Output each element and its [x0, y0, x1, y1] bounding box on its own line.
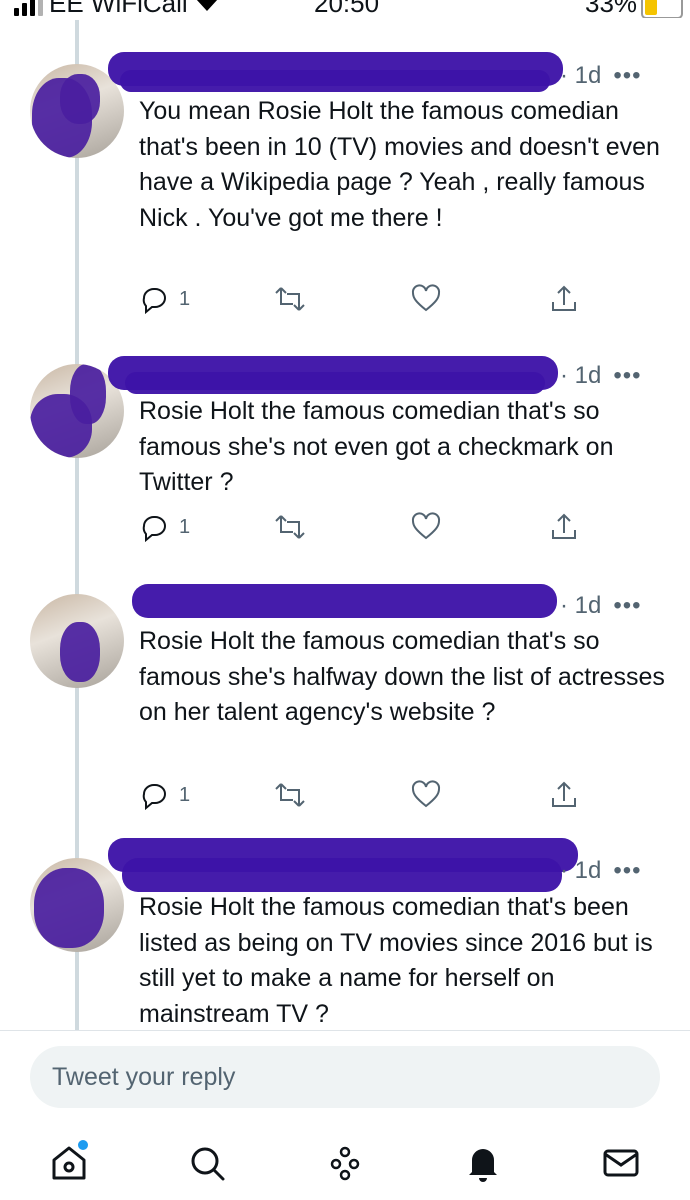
tweet-text: You mean Rosie Holt the famous comedian …: [139, 97, 660, 232]
share-button[interactable]: [549, 512, 579, 542]
tweet-time[interactable]: · 1d: [560, 362, 601, 389]
nav-notifications[interactable]: [458, 1138, 508, 1188]
retweet-icon: [275, 287, 305, 311]
redacted-author-name: [125, 372, 545, 394]
reply-count: 1: [179, 287, 191, 310]
battery-icon: [641, 0, 684, 18]
clock: 20:50: [314, 0, 380, 18]
search-icon: [191, 1147, 225, 1181]
tweet-time[interactable]: · 1d: [560, 592, 601, 619]
notifications-icon: [469, 1149, 497, 1182]
nav-spaces[interactable]: [320, 1138, 370, 1188]
tweet-time[interactable]: · 1d: [560, 857, 601, 884]
avatar[interactable]: [30, 594, 124, 688]
reply-button[interactable]: 1: [139, 780, 190, 810]
signal-icon: [14, 0, 43, 16]
notification-dot: [78, 1140, 88, 1150]
tweet-meta: · 1d •••: [560, 592, 642, 620]
tweet-text: Rosie Holt the famous comedian that's so…: [139, 397, 614, 496]
share-button[interactable]: [549, 780, 579, 810]
share-icon: [552, 781, 576, 807]
like-button[interactable]: [411, 512, 441, 542]
heart-icon: [411, 780, 441, 808]
reply-icon: [142, 784, 166, 810]
carrier-label: EE WiFiCall: [49, 0, 188, 18]
more-options-icon[interactable]: •••: [613, 362, 641, 389]
battery-percent: 33%: [585, 0, 638, 18]
tweet-time[interactable]: · 1d: [560, 62, 601, 89]
heart-icon: [411, 512, 441, 540]
share-icon: [552, 513, 576, 539]
tweet-meta: · 1d •••: [560, 857, 642, 885]
retweet-button[interactable]: [273, 284, 307, 314]
status-right: 33%: [585, 0, 684, 18]
redacted-author-name: [122, 858, 562, 892]
retweet-icon: [275, 515, 305, 539]
tweet-actions: 1: [139, 512, 579, 546]
like-button[interactable]: [411, 284, 441, 314]
wifi-icon: [194, 0, 220, 18]
spaces-icon: [330, 1146, 360, 1181]
nav-search[interactable]: [182, 1138, 232, 1188]
more-options-icon[interactable]: •••: [613, 592, 641, 619]
reply-icon: [142, 516, 166, 542]
status-bar: EE WiFiCall 20:50 33%: [0, 0, 690, 18]
tweet-actions: 1: [139, 284, 579, 318]
tweet-text: Rosie Holt the famous comedian that's so…: [139, 627, 665, 726]
more-options-icon[interactable]: •••: [613, 857, 641, 884]
nav-home[interactable]: [44, 1138, 94, 1188]
retweet-icon: [275, 783, 305, 807]
bottom-nav: [0, 1138, 690, 1200]
reply-button[interactable]: 1: [139, 512, 190, 542]
divider: [0, 1030, 690, 1031]
retweet-button[interactable]: [273, 512, 307, 542]
reply-count: 1: [179, 515, 191, 538]
redacted-author-name: [120, 70, 550, 92]
heart-icon: [411, 284, 441, 312]
share-icon: [552, 285, 576, 311]
retweet-button[interactable]: [273, 780, 307, 810]
messages-icon: [603, 1149, 639, 1177]
tweet-meta: · 1d •••: [560, 362, 642, 390]
tweet-actions: 1: [139, 780, 579, 814]
reply-composer[interactable]: [30, 1046, 660, 1108]
more-options-icon[interactable]: •••: [613, 62, 641, 89]
redacted-author-name: [132, 584, 557, 618]
reply-icon: [142, 288, 166, 314]
nav-messages[interactable]: [596, 1138, 646, 1188]
reply-button[interactable]: 1: [139, 284, 190, 314]
tweet-meta: · 1d •••: [560, 62, 642, 90]
status-left: EE WiFiCall: [14, 0, 220, 18]
reply-count: 1: [179, 783, 191, 806]
like-button[interactable]: [411, 780, 441, 810]
tweet-text: Rosie Holt the famous comedian that's be…: [139, 893, 653, 1028]
avatar[interactable]: [30, 858, 124, 952]
share-button[interactable]: [549, 284, 579, 314]
reply-input[interactable]: [30, 1046, 612, 1108]
